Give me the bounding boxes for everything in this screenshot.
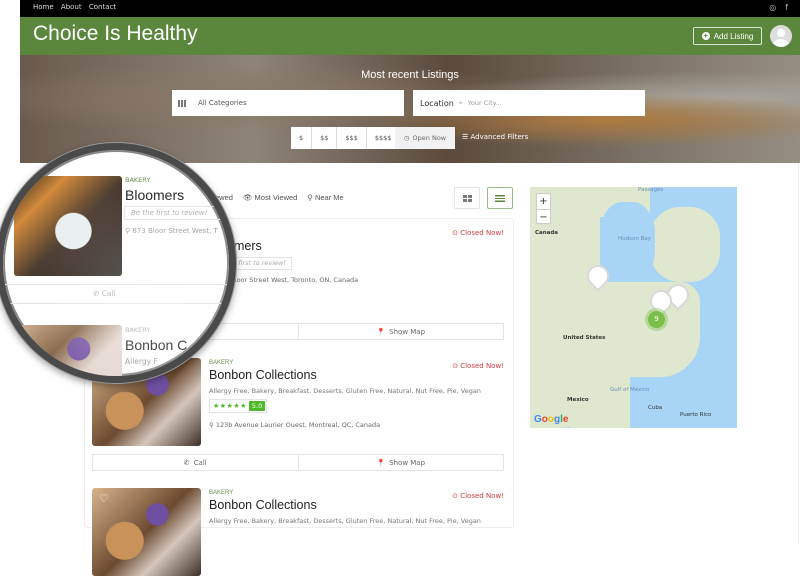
call-label: Call xyxy=(193,458,207,467)
zoom-in-button[interactable]: + xyxy=(537,194,550,209)
status-text: Closed Now! xyxy=(460,492,504,500)
status-text: Closed Now! xyxy=(460,229,504,237)
listing-actions: ✆Call 📍Show Map xyxy=(92,454,504,471)
rating-badge: ★★★★★ 5.0 xyxy=(209,399,268,413)
sort-most-viewed-label: Most Viewed xyxy=(254,193,298,202)
status-badge: ⊙ Closed Now! xyxy=(452,492,504,500)
instagram-icon[interactable]: ◎ xyxy=(769,3,776,12)
listing-category[interactable]: BAKERY xyxy=(209,490,233,496)
sort-most-viewed[interactable]: 👁 Most Viewed xyxy=(243,193,297,202)
heart-icon[interactable]: ♡ xyxy=(99,492,109,505)
advanced-filters-label: Advanced Filters xyxy=(470,133,529,141)
show-map-button[interactable]: 📍 Show Map xyxy=(297,324,504,339)
price-option[interactable]: $ xyxy=(291,127,313,149)
nav-home-link[interactable]: Home xyxy=(33,3,54,11)
sort-near-me[interactable]: ⚲ Near Me xyxy=(307,193,343,202)
listing-address: ⚲ 123b Avenue Laurier Ouest, Montreal, Q… xyxy=(209,421,380,429)
map-land xyxy=(650,207,720,282)
pin-icon: 📍 xyxy=(376,327,386,336)
list-icon xyxy=(495,194,505,202)
price-option[interactable]: $$$ xyxy=(337,127,367,149)
power-icon: ⊙ xyxy=(452,362,461,370)
sliders-icon: ☰ xyxy=(462,133,469,141)
map-label: Hudson Bay xyxy=(618,236,651,242)
user-avatar[interactable] xyxy=(770,25,792,47)
status-badge: ⊙ Closed Now! xyxy=(452,229,504,237)
map-marker-icon: ⚲ xyxy=(307,193,315,202)
map-label: Mexico xyxy=(567,397,589,403)
listing-tags: Allergy Free, Bakery, Breakfast, Dessert… xyxy=(209,387,481,395)
map-marker-icon: ⚲ xyxy=(209,421,216,429)
listing-thumbnail[interactable]: ♡ xyxy=(92,488,201,576)
top-bar: Home About Contact ◎ f xyxy=(20,0,800,17)
site-logo[interactable]: Choice Is Healthy xyxy=(33,22,198,46)
listing-name[interactable]: Bonbon Collections xyxy=(209,498,317,512)
site-header: Choice Is Healthy + Add Listing xyxy=(20,17,800,55)
map-label: Canada xyxy=(535,230,559,236)
location-placeholder: Your City... xyxy=(467,99,502,107)
map-label: Puerto Rico xyxy=(680,412,712,418)
listings-map[interactable]: + − Canada Hudson Bay United States Mexi… xyxy=(530,187,737,428)
category-select[interactable]: All Categories xyxy=(172,90,404,116)
map-cluster[interactable]: 9 xyxy=(648,311,665,328)
clock-icon: ◷ xyxy=(403,134,410,142)
add-listing-button[interactable]: + Add Listing xyxy=(693,27,762,45)
social-links: ◎ f xyxy=(769,3,788,12)
list-view-button[interactable] xyxy=(487,187,513,209)
location-input[interactable]: Location ⌖ Your City... xyxy=(413,90,645,116)
grid-view-button[interactable] xyxy=(454,187,480,209)
show-map-label: Show Map xyxy=(389,327,426,336)
show-map-label: Show Map xyxy=(389,458,426,467)
listing-address-text: 873 Bloor Street West, Toronto, ON, Cana… xyxy=(215,276,359,284)
grid-icon xyxy=(462,194,472,202)
magnifier-lens: BAKERY Bloomers Be the first to review! … xyxy=(0,143,236,383)
advanced-filters-link[interactable]: ☰ Advanced Filters xyxy=(462,133,528,141)
google-logo: Google xyxy=(534,414,569,425)
locate-me-icon[interactable]: ⌖ xyxy=(459,99,463,108)
listing-tags: Allergy Free, Bakery, Breakfast, Dessert… xyxy=(209,517,481,525)
map-zoom-control: + − xyxy=(536,193,551,224)
open-now-label: Open Now xyxy=(412,134,447,142)
sort-near-me-label: Near Me xyxy=(314,193,344,202)
rating-score: 5.0 xyxy=(248,401,266,411)
call-button[interactable]: ✆Call xyxy=(93,455,298,470)
price-option[interactable]: $$ xyxy=(312,127,338,149)
status-text: Closed Now! xyxy=(460,362,504,370)
pin-icon: 📍 xyxy=(376,458,386,467)
star-rating-icon: ★★★★★ xyxy=(213,402,247,410)
phone-icon: ✆ xyxy=(183,458,190,467)
facebook-icon[interactable]: f xyxy=(785,3,788,12)
power-icon: ⊙ xyxy=(452,492,461,500)
eye-icon: 👁 xyxy=(242,193,255,202)
plus-circle-icon: + xyxy=(701,31,710,40)
nav-contact-link[interactable]: Contact xyxy=(89,3,116,11)
map-label: Cuba xyxy=(648,405,663,411)
category-icon xyxy=(178,99,186,107)
listing-address-text: 123b Avenue Laurier Ouest, Montreal, QC,… xyxy=(215,421,381,429)
nav-about-link[interactable]: About xyxy=(61,3,82,11)
price-filter: $ $$ $$$ $$$$ xyxy=(291,127,401,149)
map-label: Gulf of Mexico xyxy=(610,387,650,393)
category-value: All Categories xyxy=(198,99,247,107)
lens-gloss xyxy=(3,150,229,376)
hudson-bay xyxy=(600,202,655,282)
show-map-button[interactable]: 📍 Show Map xyxy=(297,455,504,470)
open-now-button[interactable]: ◷ Open Now xyxy=(395,127,455,149)
location-label: Location xyxy=(420,98,454,108)
status-badge: ⊙ Closed Now! xyxy=(452,362,504,370)
top-nav: Home About Contact xyxy=(33,3,121,11)
map-label: United States xyxy=(563,335,606,341)
zoom-out-button[interactable]: − xyxy=(537,209,550,225)
power-icon: ⊙ xyxy=(452,229,461,237)
map-label: Passages xyxy=(638,187,664,193)
add-listing-label: Add Listing xyxy=(713,31,754,41)
divider xyxy=(798,163,799,543)
hero-title: Most recent Listings xyxy=(361,69,459,81)
